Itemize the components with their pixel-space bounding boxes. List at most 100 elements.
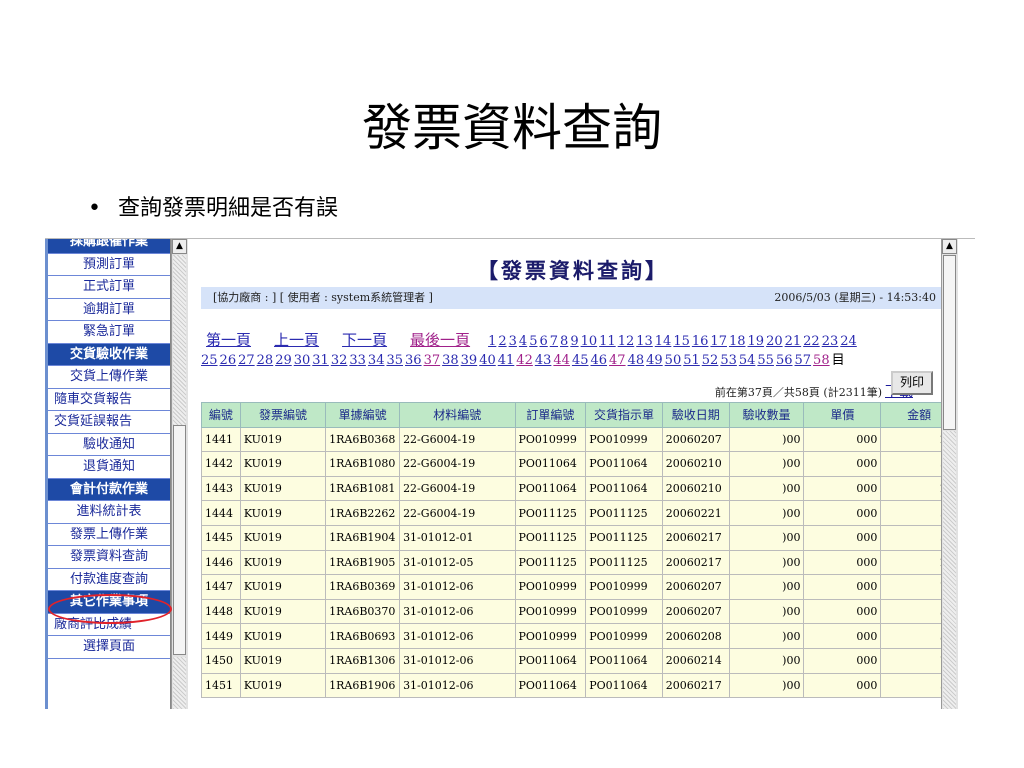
page-number-link[interactable]: 6 [539, 334, 547, 349]
table-row[interactable]: 1446 KU019 1RA6B1905 31-01012-05 PO011125 PO0… [201, 549, 958, 576]
page-number-link[interactable]: 58 [813, 353, 830, 368]
sidebar-item[interactable]: 交貨延誤報告 [48, 411, 170, 434]
page-number-link[interactable]: 30 [294, 353, 311, 368]
page-number-link[interactable]: 33 [349, 353, 366, 368]
page-number-link[interactable]: 31 [312, 353, 329, 368]
page-number-link[interactable]: 40 [479, 353, 496, 368]
sidebar-item[interactable]: 正式訂單 [48, 276, 170, 299]
page-number-link[interactable]: 12 [618, 334, 635, 349]
sidebar-item[interactable]: 發票資料查詢 [48, 546, 170, 569]
page-number-link[interactable]: 57 [795, 353, 812, 368]
page-number-link[interactable]: 51 [683, 353, 700, 368]
page-number-link[interactable]: 19 [748, 334, 765, 349]
page-number-link[interactable]: 26 [220, 353, 237, 368]
main-scrollbar[interactable]: ▲ [941, 239, 958, 709]
table-row[interactable]: 1449 KU019 1RA6B0693 31-01012-06 PO010999 PO0… [201, 623, 958, 649]
page-number-link[interactable]: 11 [599, 334, 616, 349]
last-page-link[interactable]: 最後一頁 [410, 331, 470, 349]
sidebar-item[interactable]: 逾期訂單 [48, 299, 170, 321]
page-number-link[interactable]: 20 [766, 334, 783, 349]
page-number-link[interactable]: 48 [628, 353, 645, 368]
page-number-link[interactable]: 37 [424, 353, 441, 368]
page-number-link[interactable]: 23 [822, 334, 839, 349]
sidebar-section-header[interactable]: 交貨驗收作業 [48, 343, 170, 366]
page-number-link[interactable]: 13 [636, 334, 653, 349]
page-number-link[interactable]: 1 [488, 334, 496, 349]
next-page-link[interactable]: 下一頁 [342, 331, 387, 349]
page-number-link[interactable]: 29 [275, 353, 292, 368]
table-row[interactable]: 1442 KU019 1RA6B1080 22-G6004-19 PO011064 PO0… [201, 451, 958, 477]
page-number-link[interactable]: 17 [710, 334, 727, 349]
page-number-link[interactable]: 3 [509, 334, 517, 349]
page-number-link[interactable]: 32 [331, 353, 348, 368]
page-number-link[interactable]: 5 [529, 334, 537, 349]
page-number-link[interactable]: 24 [840, 334, 857, 349]
sidebar-section-header[interactable]: 會計付款作業 [48, 478, 170, 501]
page-number-link[interactable]: 42 [516, 353, 533, 368]
sidebar-item[interactable]: 預測訂單 [48, 254, 170, 276]
page-number-link[interactable]: 22 [803, 334, 820, 349]
page-number-link[interactable]: 14 [655, 334, 672, 349]
page-number-link[interactable]: 2 [498, 334, 506, 349]
page-number-link[interactable]: 4 [519, 334, 527, 349]
table-row[interactable]: 1448 KU019 1RA6B0370 31-01012-06 PO010999 PO0… [201, 598, 958, 625]
first-page-link[interactable]: 第一頁 [206, 331, 251, 349]
page-number-link[interactable]: 44 [553, 353, 570, 368]
page-number-link[interactable]: 43 [535, 353, 552, 368]
scroll-track[interactable] [173, 255, 186, 425]
page-number-link[interactable]: 8 [560, 334, 568, 349]
page-number-link[interactable]: 41 [498, 353, 515, 368]
page-number-link[interactable]: 45 [572, 353, 589, 368]
sidebar-item[interactable]: 隨車交貨報告 [48, 389, 170, 411]
sidebar-item[interactable]: 驗收通知 [48, 434, 170, 456]
sidebar-item[interactable]: 退貨通知 [48, 456, 170, 479]
page-number-link[interactable]: 18 [729, 334, 746, 349]
page-number-link[interactable]: 28 [257, 353, 274, 368]
prev-page-link[interactable]: 上一頁 [274, 331, 319, 349]
page-number-link[interactable]: 7 [550, 334, 558, 349]
table-row[interactable]: 1444 KU019 1RA6B2262 22-G6004-19 PO011125 PO0… [201, 500, 958, 526]
page-number-link[interactable]: 9 [570, 334, 578, 349]
table-row[interactable]: 1447 KU019 1RA6B0369 31-01012-06 PO010999 PO0… [201, 574, 958, 600]
scroll-thumb[interactable] [943, 255, 956, 430]
page-number-link[interactable]: 27 [238, 353, 255, 368]
table-row[interactable]: 1441 KU019 1RA6B0368 22-G6004-19 PO010999 PO0… [201, 426, 958, 453]
scroll-up-icon[interactable]: ▲ [172, 239, 187, 254]
page-number-link[interactable]: 55 [757, 353, 774, 368]
sidebar-item[interactable]: 進料統計表 [48, 501, 170, 524]
page-number-link[interactable]: 56 [776, 353, 793, 368]
sidebar-section-header[interactable]: 採購跟催作業 [48, 239, 170, 254]
page-number-link[interactable]: 47 [609, 353, 626, 368]
sidebar-item[interactable]: 付款進度查詢 [48, 569, 170, 591]
sidebar-item[interactable]: 緊急訂單 [48, 321, 170, 344]
page-number-link[interactable]: 36 [405, 353, 422, 368]
print-button[interactable]: 列印 [891, 371, 933, 395]
page-number-link[interactable]: 46 [590, 353, 607, 368]
page-number-link[interactable]: 16 [692, 334, 709, 349]
page-number-link[interactable]: 10 [581, 334, 598, 349]
page-number-link[interactable]: 34 [368, 353, 385, 368]
sidebar-scrollbar[interactable]: ▲ [171, 239, 188, 709]
scroll-up-icon[interactable]: ▲ [942, 239, 957, 254]
table-row[interactable]: 1450 KU019 1RA6B1306 31-01012-06 PO011064 PO0… [201, 647, 958, 674]
page-number-link[interactable]: 50 [665, 353, 682, 368]
scroll-thumb[interactable] [173, 425, 186, 655]
scroll-track[interactable] [173, 657, 186, 709]
page-number-link[interactable]: 54 [739, 353, 756, 368]
page-number-link[interactable]: 25 [201, 353, 218, 368]
sidebar-item[interactable]: 選擇頁面 [48, 636, 170, 659]
table-row[interactable]: 1443 KU019 1RA6B1081 22-G6004-19 PO011064 PO0… [201, 475, 958, 502]
page-number-link[interactable]: 38 [442, 353, 459, 368]
page-number-link[interactable]: 21 [785, 334, 802, 349]
page-number-link[interactable]: 15 [673, 334, 690, 349]
page-number-link[interactable]: 53 [720, 353, 737, 368]
scroll-track[interactable] [943, 431, 956, 709]
sidebar-item[interactable]: 交貨上傳作業 [48, 366, 170, 389]
page-number-link[interactable]: 39 [461, 353, 478, 368]
table-row[interactable]: 1451 KU019 1RA6B1906 31-01012-06 PO011064 PO0… [201, 672, 958, 699]
sidebar-item[interactable]: 發票上傳作業 [48, 524, 170, 546]
page-number-link[interactable]: 49 [646, 353, 663, 368]
page-number-link[interactable]: 52 [702, 353, 719, 368]
table-row[interactable]: 1445 KU019 1RA6B1904 31-01012-01 PO011125 PO0… [201, 524, 958, 551]
page-number-link[interactable]: 35 [386, 353, 403, 368]
